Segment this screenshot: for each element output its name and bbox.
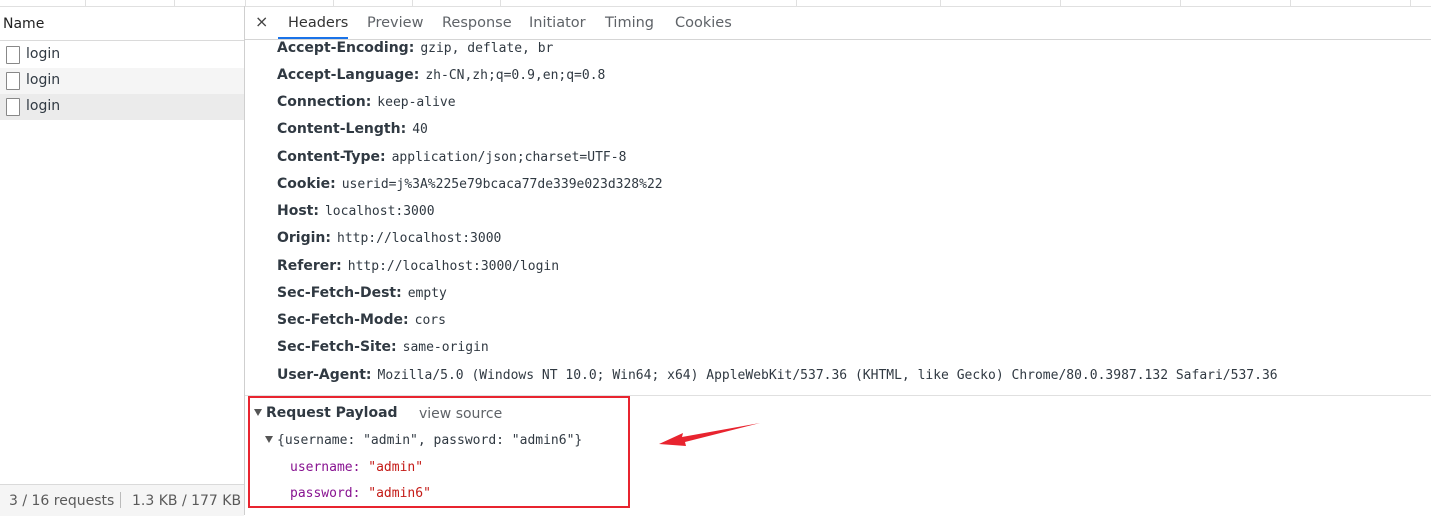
annotation-arrow-icon: [659, 423, 760, 446]
